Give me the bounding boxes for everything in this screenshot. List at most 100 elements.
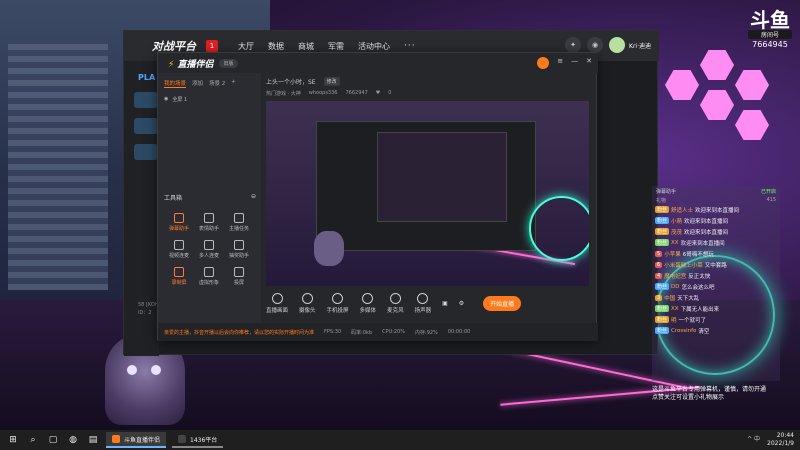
- speaker-button[interactable]: 扬声器: [415, 293, 431, 314]
- toolbox-collapse-icon[interactable]: ⊖: [251, 193, 256, 202]
- chat-message: 粉丝 茂茂 欢迎来到本直播间: [652, 226, 780, 237]
- fan-badge: 4: [655, 272, 663, 279]
- chat-username: 中国: [664, 295, 676, 302]
- danmu-icon: [174, 213, 184, 223]
- sidebar-tile[interactable]: [134, 92, 158, 108]
- tab-scene-2[interactable]: 场景 2: [209, 79, 225, 88]
- menu-icon[interactable]: ≡: [557, 57, 563, 69]
- taskbar-app-platform[interactable]: 1436平台: [172, 432, 224, 448]
- notice-text: 亲爱的主播，抖音开播以后会向你推荐，请以您的实际开播时间为准: [164, 329, 315, 336]
- tool-task[interactable]: 主播任务: [224, 213, 254, 232]
- nav-data[interactable]: 数据: [268, 41, 284, 52]
- source-camera-button[interactable]: 摄像头: [299, 293, 316, 314]
- add-tab-button[interactable]: +: [231, 79, 236, 88]
- chat-username: DD: [671, 283, 680, 290]
- sidebar-footer-line: 58 [KOH: [138, 302, 159, 308]
- chat-username: 茂茂: [671, 229, 683, 236]
- windows-start-icon[interactable]: ⊞: [6, 433, 20, 447]
- minimize-icon[interactable]: —: [571, 57, 578, 69]
- chat-text: 下属无人能出来: [680, 306, 720, 313]
- douyu-logo: 斗鱼: [750, 8, 790, 32]
- chat-text: 怎么会这么吧: [681, 284, 715, 291]
- chat-header: 弹幕助手 已开启: [652, 186, 780, 197]
- fan-badge: 粉丝: [655, 206, 670, 213]
- avatar: [609, 37, 626, 53]
- eye-icon[interactable]: ◉: [164, 96, 168, 103]
- task-icon: [234, 213, 244, 223]
- tool-avatar[interactable]: 虚拟形象: [194, 267, 224, 286]
- nav-events[interactable]: 活动中心: [358, 41, 390, 52]
- taskbar-app-douyu[interactable]: 斗鱼直播伴侣: [106, 432, 167, 448]
- version-pill[interactable]: 旧版: [219, 58, 238, 68]
- stream-preview[interactable]: [266, 101, 589, 286]
- media-icon: [362, 293, 374, 304]
- search-icon[interactable]: ⌕: [26, 433, 40, 447]
- tool-video-link[interactable]: 视频连麦: [164, 240, 194, 259]
- tool-emote[interactable]: 表情助手: [194, 213, 224, 232]
- microphone-icon: [389, 293, 401, 304]
- chat-message-list: 粉丝 舒适人士 欢迎来到本直播间 粉丝 小萌 欢迎来到本直播间 粉丝 茂茂 欢迎来到本直播间 粉丝…: [652, 204, 780, 336]
- fps-readout: FPS:30: [324, 329, 342, 335]
- chat-text: 又中套路: [704, 262, 727, 269]
- edit-title-button[interactable]: 修改: [323, 77, 340, 86]
- preview-ring: [529, 196, 589, 261]
- microphone-button[interactable]: 麦克风: [387, 293, 404, 314]
- browser-icon[interactable]: ◍: [66, 433, 80, 447]
- fan-badge: 粉丝: [655, 327, 670, 334]
- sidebar-tile[interactable]: [134, 118, 158, 134]
- hex-light: [700, 50, 734, 80]
- tool-cast[interactable]: 投屏: [224, 267, 254, 286]
- user-profile[interactable]: Kri·迪迪: [609, 37, 651, 53]
- tab-my-scene[interactable]: 我的场景: [164, 79, 187, 88]
- system-tray[interactable]: ^ 中: [747, 434, 760, 443]
- taskbar-clock[interactable]: 20:44 2022/1/9: [767, 432, 794, 448]
- chat-footer-line: 点赞关注可设置小礼物展示: [652, 394, 725, 401]
- bolt-icon: ⚡: [168, 59, 175, 70]
- avatar-icon[interactable]: [537, 57, 550, 69]
- toolbox-title: 工具箱: [164, 195, 183, 202]
- chat-message: 粉丝明一个就可了: [652, 314, 780, 325]
- chat-text: 6哥嗨不想玩: [682, 251, 714, 258]
- platform-app-icon: [178, 435, 187, 443]
- close-icon[interactable]: ✕: [586, 57, 592, 69]
- source-phone-button[interactable]: 手机投屏: [327, 293, 349, 314]
- nav-more[interactable]: ···: [404, 41, 416, 52]
- sidebar-tile[interactable]: [134, 144, 158, 160]
- task-view-icon[interactable]: ▢: [46, 433, 60, 447]
- username: Kri·迪迪: [629, 42, 651, 50]
- chat-message: 粉丝 XX 下属无人能出来: [652, 303, 780, 314]
- lottery-icon: [234, 240, 244, 250]
- source-screen-button[interactable]: 直播画面: [266, 293, 288, 314]
- tool-danmu[interactable]: 弹幕助手: [164, 213, 194, 232]
- settings-icon[interactable]: ⚙: [459, 300, 464, 307]
- chat-text: 天下大乱: [677, 295, 700, 302]
- stream-category[interactable]: 热门游戏 · 大神: [266, 90, 301, 97]
- tool-record[interactable]: 录制屏: [164, 267, 194, 286]
- chat-username: Crossinfo: [671, 327, 697, 334]
- gift-icon[interactable]: ✦: [565, 37, 582, 53]
- record-icon[interactable]: ▣: [442, 300, 448, 307]
- folder-icon[interactable]: ▤: [86, 433, 100, 447]
- windows-taskbar: ⊞ ⌕ ▢ ◍ ▤ 斗鱼直播伴侣 1436平台 ^ 中 20:44 2022/1…: [0, 430, 800, 450]
- fan-badge: 6: [655, 261, 663, 268]
- tab-add[interactable]: 添加: [192, 79, 203, 88]
- preview-robot: [314, 231, 344, 266]
- nav-lobby[interactable]: 大厅: [238, 41, 254, 52]
- source-media-button[interactable]: 多媒体: [360, 293, 376, 314]
- sidebar-label: PLA: [138, 73, 156, 82]
- chat-icon[interactable]: ◉: [587, 37, 604, 53]
- start-live-button[interactable]: 开始直播: [483, 296, 522, 311]
- companion-titlebar: ⚡ 直播伴侣 旧版 ≡ — ✕: [158, 53, 598, 73]
- fan-badge: 5: [655, 250, 663, 257]
- chat-username: 舒适人士: [671, 207, 694, 214]
- notification-badge[interactable]: 1: [206, 40, 218, 52]
- stream-title[interactable]: 上头一个小时，SE: [266, 77, 316, 86]
- nav-supply[interactable]: 军需: [328, 41, 344, 52]
- people-icon: [204, 240, 214, 250]
- tool-multi-link[interactable]: 多人连麦: [194, 240, 224, 259]
- scene-item[interactable]: ◉ 全屏 1: [158, 88, 261, 111]
- chat-username: 小萌: [671, 218, 683, 225]
- douyu-app-icon: [112, 435, 120, 443]
- tool-lottery[interactable]: 抽奖助手: [224, 240, 254, 259]
- nav-store[interactable]: 商城: [298, 41, 314, 52]
